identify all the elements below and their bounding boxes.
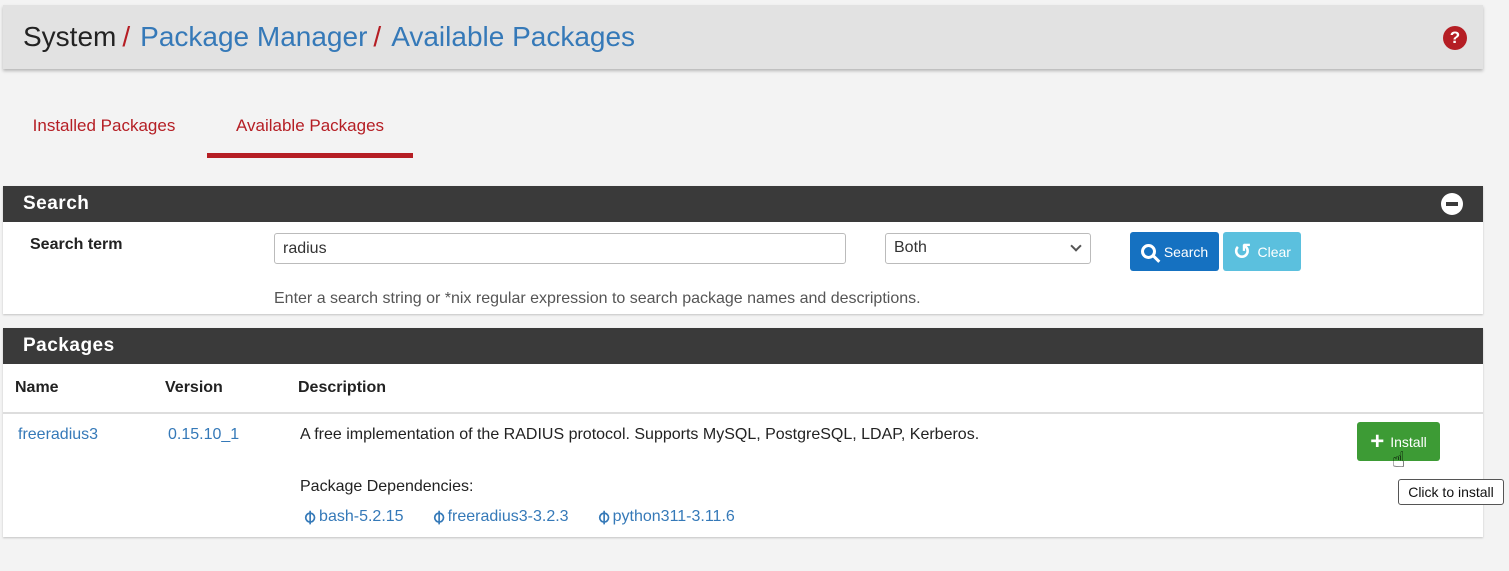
package-version-link[interactable]: 0.15.10_1 — [168, 426, 239, 444]
search-input[interactable] — [274, 233, 846, 264]
packages-panel-header: Packages — [3, 328, 1483, 364]
undo-icon: ↺ — [1233, 238, 1252, 264]
clear-button-label: Clear — [1257, 243, 1291, 260]
package-description: A free implementation of the RADIUS prot… — [300, 426, 980, 443]
search-scope-value: Both — [894, 239, 927, 256]
plus-icon: + — [1370, 427, 1385, 455]
search-help-text: Enter a search string or *nix regular ex… — [274, 290, 921, 307]
question-circle-icon[interactable]: ? — [1443, 26, 1467, 50]
package-name-link[interactable]: freeradius3 — [18, 426, 98, 444]
search-button[interactable]: Search — [1130, 232, 1219, 271]
chevron-down-icon — [1070, 240, 1082, 252]
breadcrumb-system: System — [23, 21, 117, 52]
column-header-version[interactable]: Version — [165, 379, 223, 397]
column-header-description[interactable]: Description — [298, 379, 386, 397]
search-panel-header: Search — [3, 186, 1483, 222]
table-divider — [3, 412, 1483, 414]
search-panel: Search Search term Both Search ↺ Clear E… — [3, 186, 1483, 314]
breadcrumb-available-packages[interactable]: Available Packages — [391, 21, 635, 53]
search-panel-title: Search — [23, 193, 90, 214]
package-dependencies-label: Package Dependencies: — [300, 478, 474, 495]
breadcrumb-bar: System / Package Manager / Available Pac… — [3, 5, 1483, 69]
packages-panel-title: Packages — [23, 335, 115, 356]
packages-panel: Packages Name Version Description freera… — [3, 328, 1483, 537]
search-button-label: Search — [1163, 243, 1209, 260]
breadcrumb-package-manager[interactable]: Package Manager — [140, 21, 367, 53]
search-icon — [1140, 244, 1156, 259]
search-term-label: Search term — [30, 236, 123, 253]
dependency-link[interactable]: ⌀ bash-5.2.15 — [297, 504, 404, 529]
dependency-link[interactable]: ⌀ freeradius3-3.2.3 — [426, 504, 569, 529]
clear-button[interactable]: ↺ Clear — [1223, 232, 1301, 271]
dependency-label: bash-5.2.15 — [319, 507, 404, 525]
breadcrumb: System / Package Manager / Available Pac… — [3, 21, 635, 53]
dependency-list: ⌀ bash-5.2.15 ⌀ freeradius3-3.2.3 ⌀ pyth… — [297, 504, 735, 529]
breadcrumb-separator: / — [373, 21, 382, 52]
hand-pointer-icon: ☝ — [1392, 447, 1406, 472]
search-scope-select[interactable]: Both — [885, 233, 1091, 264]
minus-circle-icon[interactable] — [1441, 193, 1463, 215]
dependency-link[interactable]: ⌀ python311-3.11.6 — [591, 504, 735, 529]
column-header-name[interactable]: Name — [15, 379, 59, 397]
tab-installed-packages[interactable]: Installed Packages — [2, 100, 206, 158]
breadcrumb-separator: / — [122, 21, 131, 52]
install-tooltip: Click to install — [1398, 479, 1504, 505]
dependency-label: freeradius3-3.2.3 — [447, 507, 569, 525]
dependency-label: python311-3.11.6 — [612, 507, 735, 525]
tab-available-packages[interactable]: Available Packages — [207, 100, 413, 158]
